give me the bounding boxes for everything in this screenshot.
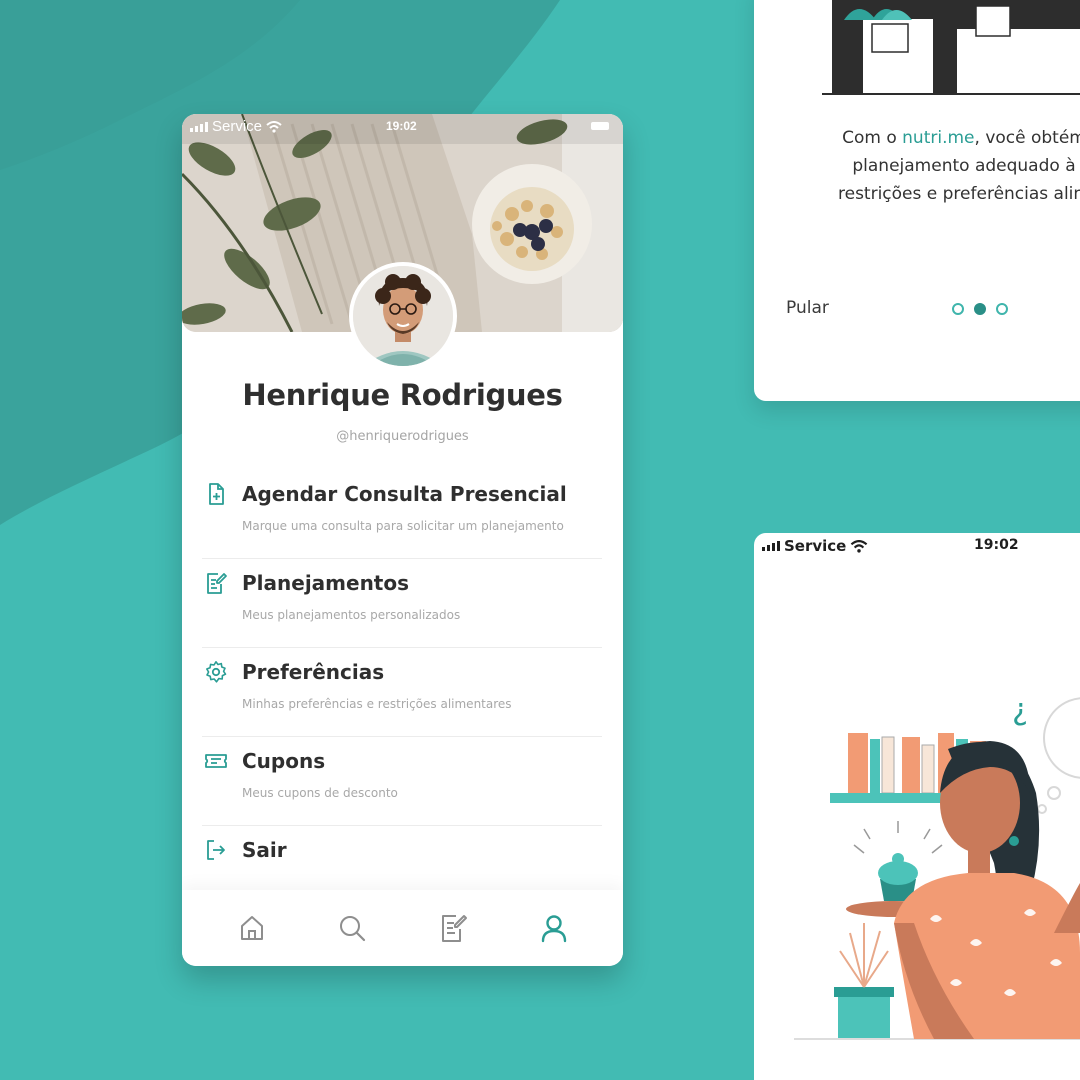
profile-handle: @henriquerodrigues — [336, 429, 469, 444]
profile-name: Henrique Rodrigues — [242, 378, 563, 412]
search-icon[interactable] — [336, 912, 368, 944]
onboarding-line2: planejamento adequado à — [852, 156, 1076, 176]
signal-icon — [762, 541, 780, 551]
menu-item-title: Planejamentos — [242, 571, 410, 595]
document-add-icon — [209, 483, 224, 505]
menu-item-subtitle: Meus cupons de desconto — [242, 786, 398, 800]
carrier-label: Service — [784, 537, 847, 555]
page-dot-2[interactable] — [974, 303, 986, 315]
menu-item-title: Cupons — [242, 749, 326, 773]
ticket-icon — [205, 754, 227, 768]
menu-item-title: Preferências — [242, 660, 385, 684]
onboarding-text: Com o nutri.me, você obtém planejamento … — [804, 124, 1080, 208]
status-bar: Service 19:02 — [182, 114, 623, 140]
menu-item-subtitle: Marque uma consulta para solicitar um pl… — [242, 519, 564, 533]
svg-text:?: ? — [1012, 695, 1028, 730]
avatar[interactable] — [349, 262, 457, 370]
page-dot-3[interactable] — [996, 303, 1008, 315]
logout-icon — [207, 840, 225, 860]
woman-thinking-illustration: ? — [794, 695, 1080, 1040]
profile-screen: Service 19:02 Henrique Rodrigues @henriq… — [182, 114, 623, 966]
onboarding-card: Com o nutri.me, você obtém planejamento … — [754, 0, 1080, 401]
battery-icon — [591, 122, 609, 130]
onboarding-line1-suffix: , você obtém — [974, 128, 1080, 148]
wifi-icon — [851, 539, 868, 553]
menu-item-planejamentos[interactable]: Planejamentos Meus planejamentos persona… — [202, 559, 602, 648]
menu-item-subtitle: Minhas preferências e restrições aliment… — [242, 697, 512, 711]
menu-item-title: Agendar Consulta Presencial — [242, 482, 567, 506]
edit-document-icon[interactable] — [438, 912, 470, 944]
status-time: 19:02 — [974, 537, 1019, 553]
menu-item-title: Sair — [242, 838, 287, 862]
menu-item-subtitle: Meus planejamentos personalizados — [242, 608, 461, 622]
menu-item-preferencias[interactable]: Preferências Minhas preferências e restr… — [202, 648, 602, 737]
skip-button[interactable]: Pular — [786, 298, 829, 318]
wifi-icon — [266, 120, 282, 133]
page-indicator[interactable] — [952, 303, 1008, 315]
brand-name: nutri.me — [902, 128, 975, 148]
gear-icon — [206, 661, 227, 683]
signal-icon — [190, 121, 208, 132]
menu-item-cupons[interactable]: Cupons Meus cupons de desconto — [202, 737, 602, 826]
home-icon[interactable] — [236, 912, 268, 944]
page-dot-1[interactable] — [952, 303, 964, 315]
profile-menu: Agendar Consulta Presencial Marque uma c… — [202, 470, 602, 915]
tab-bar — [182, 890, 623, 966]
onboarding-line3: restrições e preferências alim — [838, 184, 1080, 204]
user-icon[interactable] — [538, 912, 570, 944]
menu-item-agendar-consulta[interactable]: Agendar Consulta Presencial Marque uma c… — [202, 470, 602, 559]
edit-document-icon — [207, 573, 227, 594]
status-time: 19:02 — [386, 119, 417, 133]
status-bar: Service — [762, 537, 868, 555]
carrier-label: Service — [212, 118, 263, 135]
store-illustration — [822, 0, 1080, 95]
onboarding-line1-prefix: Com o — [842, 128, 903, 148]
secondary-screen: Service 19:02 ? — [754, 533, 1080, 1080]
